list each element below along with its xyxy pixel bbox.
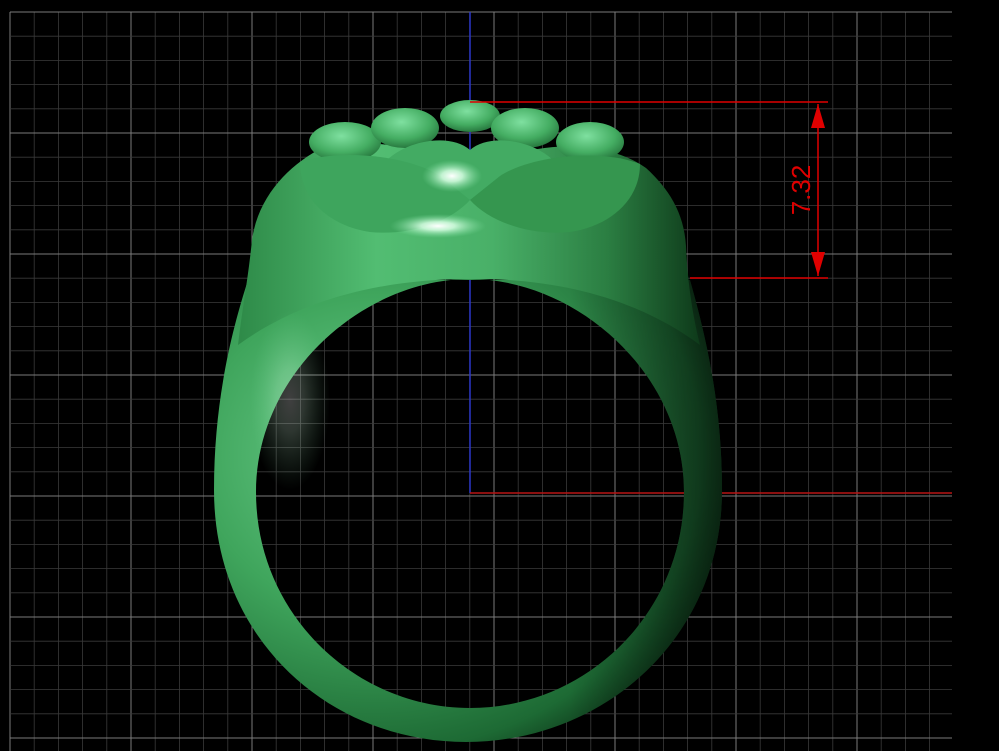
specular-highlight [250, 310, 330, 490]
dimension-value: 7.32 [786, 165, 816, 216]
specular-highlight [390, 214, 486, 238]
cad-viewport[interactable]: 7.32 [0, 0, 999, 751]
specular-highlight [422, 160, 482, 192]
viewport-canvas[interactable]: 7.32 [0, 0, 999, 751]
crown-bud [440, 100, 500, 132]
